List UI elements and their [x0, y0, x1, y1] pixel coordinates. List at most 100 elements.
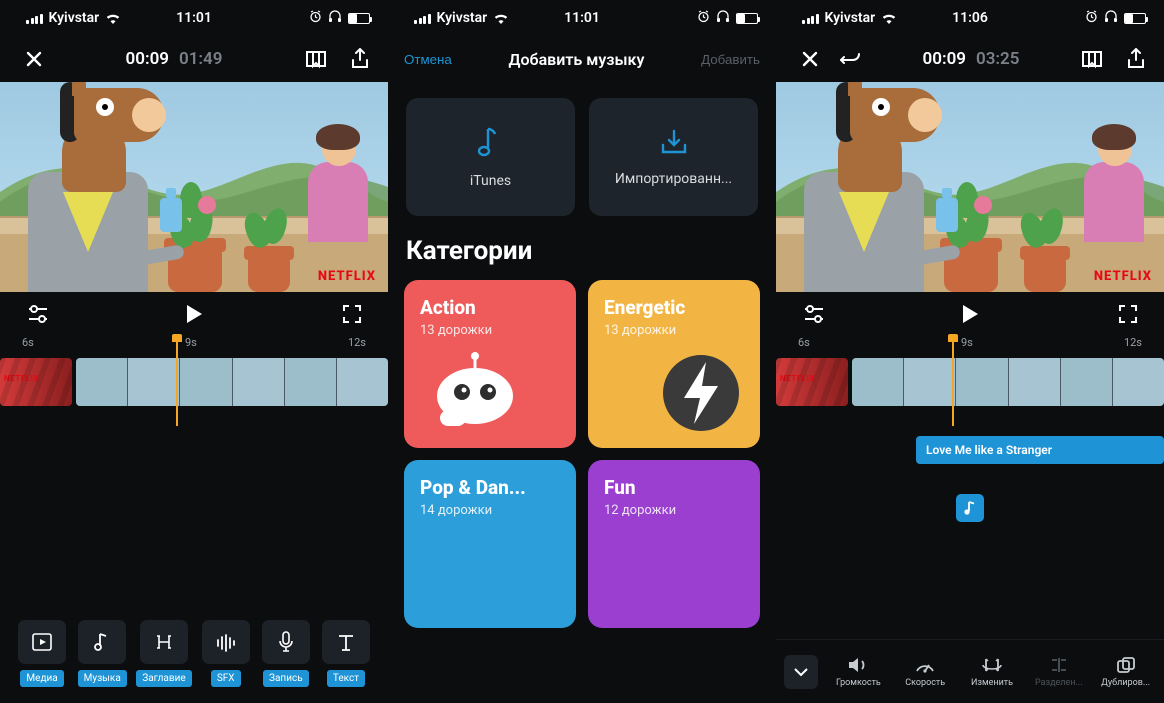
category-pop[interactable]: Pop & Dan... 14 дорожки — [404, 460, 576, 628]
action-edit[interactable]: Изменить — [962, 656, 1023, 688]
time-ruler: 6s 9s 12s — [0, 336, 388, 354]
add-music-screen: Kyivstar 11:01 Отмена Добавить музыку До… — [388, 0, 776, 703]
battery-icon — [348, 13, 370, 24]
ruler-tick: 9s — [185, 336, 197, 354]
carrier-label: Kyivstar — [437, 10, 488, 26]
source-imported[interactable]: Импортированн... — [589, 98, 758, 216]
status-bar: Kyivstar 11:01 — [0, 0, 388, 36]
music-note-icon — [476, 125, 506, 159]
category-action[interactable]: Action 13 дорожки — [404, 280, 576, 448]
status-time: 11:06 — [952, 10, 988, 26]
editor-topbar: 00:09 03:25 — [776, 36, 1164, 82]
headphones-icon — [328, 10, 342, 27]
tool-music[interactable]: Музыка — [76, 620, 128, 687]
ruler-tick: 6s — [22, 336, 34, 354]
action-speed[interactable]: Скорость — [895, 656, 956, 688]
robot-icon — [420, 348, 530, 438]
settings-icon[interactable] — [802, 304, 826, 324]
wifi-icon — [881, 12, 897, 24]
import-icon — [658, 127, 690, 157]
tool-title[interactable]: Заглавие — [136, 620, 191, 687]
battery-icon — [736, 13, 758, 24]
play-button[interactable] — [961, 304, 979, 324]
play-controls — [776, 292, 1164, 336]
source-row: iTunes Импортированн... — [388, 82, 776, 224]
alarm-icon — [1085, 10, 1098, 27]
timeline[interactable]: NETFLIX — [0, 358, 388, 416]
category-energetic[interactable]: Energetic 13 дорожки — [588, 280, 760, 448]
close-button[interactable] — [24, 49, 44, 69]
tool-sfx[interactable]: SFX — [200, 620, 252, 687]
video-preview[interactable]: NETFLIX — [776, 82, 1164, 292]
collapse-button[interactable] — [784, 655, 818, 689]
playhead[interactable] — [176, 340, 178, 426]
source-itunes[interactable]: iTunes — [406, 98, 575, 216]
modal-title: Добавить музыку — [509, 50, 645, 69]
total-time: 01:49 — [179, 49, 222, 69]
fullscreen-icon[interactable] — [1118, 304, 1138, 324]
signal-icon — [26, 12, 43, 24]
bookmark-button[interactable] — [1080, 49, 1104, 69]
tool-record[interactable]: Запись — [260, 620, 312, 687]
time-ruler: 6s 9s 12s — [776, 336, 1164, 354]
netflix-watermark: NETFLIX — [318, 269, 376, 284]
status-time: 11:01 — [176, 10, 212, 26]
video-preview[interactable]: NETFLIX — [0, 82, 388, 292]
time-counter: 00:09 03:25 — [923, 49, 1020, 69]
alarm-icon — [309, 10, 322, 27]
categories-header: Категории — [388, 224, 776, 280]
audio-clip[interactable]: Love Me like a Stranger — [916, 436, 1164, 464]
status-bar: Kyivstar 11:01 — [388, 0, 776, 36]
undo-button[interactable] — [840, 50, 862, 68]
add-button[interactable]: Добавить — [701, 52, 760, 67]
clip-main[interactable] — [76, 358, 388, 406]
ruler-tick: 9s — [961, 336, 973, 354]
wifi-icon — [493, 12, 509, 24]
close-button[interactable] — [800, 49, 820, 69]
play-button[interactable] — [185, 304, 203, 324]
playhead[interactable] — [952, 340, 954, 426]
editor-screen-audio: Kyivstar 11:06 00:09 03:25 — [776, 0, 1164, 703]
bolt-icon — [656, 348, 746, 438]
fullscreen-icon[interactable] — [342, 304, 362, 324]
editor-topbar: 00:09 01:49 — [0, 36, 388, 82]
netflix-watermark: NETFLIX — [1094, 269, 1152, 284]
ruler-tick: 12s — [348, 336, 366, 354]
ruler-tick: 6s — [798, 336, 810, 354]
clip-intro[interactable]: NETFLIX — [776, 358, 848, 406]
export-button[interactable] — [350, 48, 370, 70]
total-time: 03:25 — [976, 49, 1019, 69]
status-bar: Kyivstar 11:06 — [776, 0, 1164, 36]
cancel-button[interactable]: Отмена — [404, 52, 452, 67]
headphones-icon — [716, 10, 730, 27]
clip-action-bar: Громкость Скорость Изменить Разделен... … — [776, 639, 1164, 703]
play-controls — [0, 292, 388, 336]
battery-icon — [1124, 13, 1146, 24]
bookmark-button[interactable] — [304, 49, 328, 69]
action-duplicate[interactable]: Дублиров... — [1095, 656, 1156, 688]
add-music-marker[interactable] — [956, 494, 984, 522]
tool-text[interactable]: Текст — [320, 620, 372, 687]
signal-icon — [414, 12, 431, 24]
categories-grid: Action 13 дорожки Energetic 13 дорожки P… — [388, 280, 776, 628]
carrier-label: Kyivstar — [49, 10, 100, 26]
alarm-icon — [697, 10, 710, 27]
clip-main[interactable] — [852, 358, 1164, 406]
clip-intro[interactable]: NETFLIX — [0, 358, 72, 406]
timeline[interactable]: NETFLIX — [776, 358, 1164, 416]
current-time: 00:09 — [126, 49, 169, 69]
action-split[interactable]: Разделен... — [1028, 656, 1089, 688]
settings-icon[interactable] — [26, 304, 50, 324]
signal-icon — [802, 12, 819, 24]
headphones-icon — [1104, 10, 1118, 27]
time-counter: 00:09 01:49 — [126, 49, 223, 69]
wifi-icon — [105, 12, 121, 24]
category-fun[interactable]: Fun 12 дорожки — [588, 460, 760, 628]
ruler-tick: 12s — [1124, 336, 1142, 354]
status-time: 11:01 — [564, 10, 600, 26]
music-note-icon — [963, 500, 977, 516]
export-button[interactable] — [1126, 48, 1146, 70]
tool-media[interactable]: Медиа — [16, 620, 68, 687]
carrier-label: Kyivstar — [825, 10, 876, 26]
action-volume[interactable]: Громкость — [828, 656, 889, 688]
